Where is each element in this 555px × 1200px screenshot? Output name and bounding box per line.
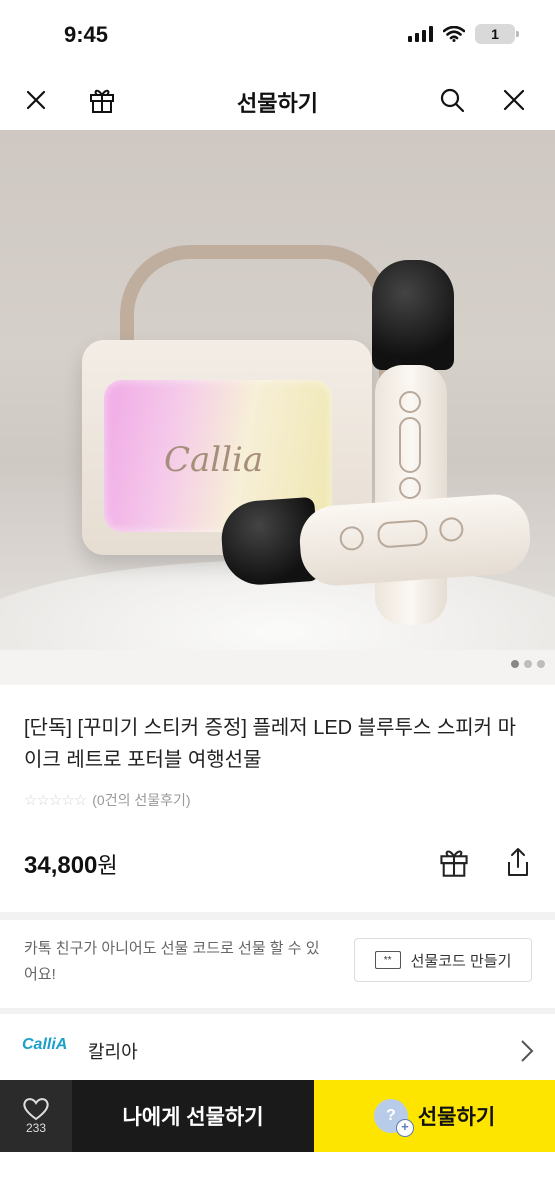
star-rating-icon: ☆☆☆☆☆ bbox=[24, 792, 87, 809]
nav-close-button[interactable] bbox=[18, 82, 54, 118]
search-icon bbox=[440, 88, 465, 113]
create-gift-code-label: 선물코드 만들기 bbox=[410, 952, 512, 970]
pagination-dot bbox=[537, 660, 545, 668]
close-icon bbox=[26, 90, 46, 110]
bottom-action-bar: 233 나에게 선물하기 ? + 선물하기 bbox=[0, 1080, 555, 1152]
wifi-icon bbox=[443, 26, 465, 42]
self-gift-button[interactable]: 나에게 선물하기 bbox=[72, 1080, 314, 1152]
gift-button-label: 선물하기 bbox=[417, 1106, 496, 1129]
ticket-icon: ** bbox=[374, 951, 401, 969]
brand-logo: CalliA bbox=[22, 1036, 68, 1053]
gift-icon bbox=[90, 89, 114, 113]
brand-name: 칼리아 bbox=[88, 1042, 138, 1062]
search-button[interactable] bbox=[434, 82, 470, 118]
brand-row[interactable]: CalliA 칼리아 bbox=[0, 1022, 555, 1080]
close-icon bbox=[503, 89, 525, 111]
close-button[interactable] bbox=[496, 82, 532, 118]
battery-indicator: 1 bbox=[475, 24, 519, 44]
image-table-edge bbox=[0, 650, 555, 685]
product-image[interactable]: Callia bbox=[0, 130, 555, 685]
image-pagination bbox=[511, 660, 545, 668]
home-indicator-area bbox=[0, 1152, 555, 1200]
status-icons: 1 bbox=[408, 24, 519, 44]
share-icon bbox=[508, 848, 528, 876]
price-value: 34,800 bbox=[24, 852, 98, 879]
share-button[interactable] bbox=[498, 842, 538, 882]
pagination-dot bbox=[511, 660, 519, 668]
pagination-dot bbox=[524, 660, 532, 668]
gift-button[interactable]: ? + 선물하기 bbox=[314, 1080, 555, 1152]
review-count: (0건의 선물후기) bbox=[92, 792, 191, 808]
section-divider bbox=[0, 912, 555, 920]
gift-code-description: 카톡 친구가 아니어도 선물 코드로 선물 할 수 있어요! bbox=[24, 940, 320, 983]
status-bar: 9:45 1 bbox=[0, 0, 555, 72]
product-price: 34,800원 bbox=[24, 848, 118, 880]
like-count: 233 bbox=[25, 1121, 47, 1135]
section-divider bbox=[0, 1008, 555, 1014]
image-mic-head bbox=[372, 260, 454, 370]
create-gift-code-button[interactable]: ** 선물코드 만들기 bbox=[354, 938, 532, 982]
gift-wish-button[interactable] bbox=[434, 842, 474, 882]
image-brand-text: Callia bbox=[164, 440, 264, 480]
image-mic-body bbox=[375, 365, 447, 625]
signal-icon bbox=[408, 26, 433, 42]
review-rating[interactable]: ☆☆☆☆☆ (0건의 선물후기) bbox=[24, 790, 191, 810]
chevron-right-icon bbox=[521, 1040, 534, 1062]
product-title: [단독] [꾸미기 스티커 증정] 플레저 LED 블루투스 스피커 마이크 레… bbox=[24, 717, 516, 771]
friend-add-icon: ? + bbox=[373, 1099, 414, 1137]
price-unit: 원 bbox=[97, 853, 118, 878]
image-mic-body bbox=[297, 492, 533, 588]
like-button[interactable]: 233 bbox=[0, 1080, 72, 1152]
plus-icon: + bbox=[395, 1119, 414, 1137]
status-time: 9:45 bbox=[64, 22, 109, 47]
nav-gift-button[interactable] bbox=[84, 82, 120, 118]
gift-icon bbox=[440, 850, 468, 877]
heart-icon bbox=[23, 1098, 49, 1121]
nav-bar: 선물하기 bbox=[0, 72, 555, 128]
